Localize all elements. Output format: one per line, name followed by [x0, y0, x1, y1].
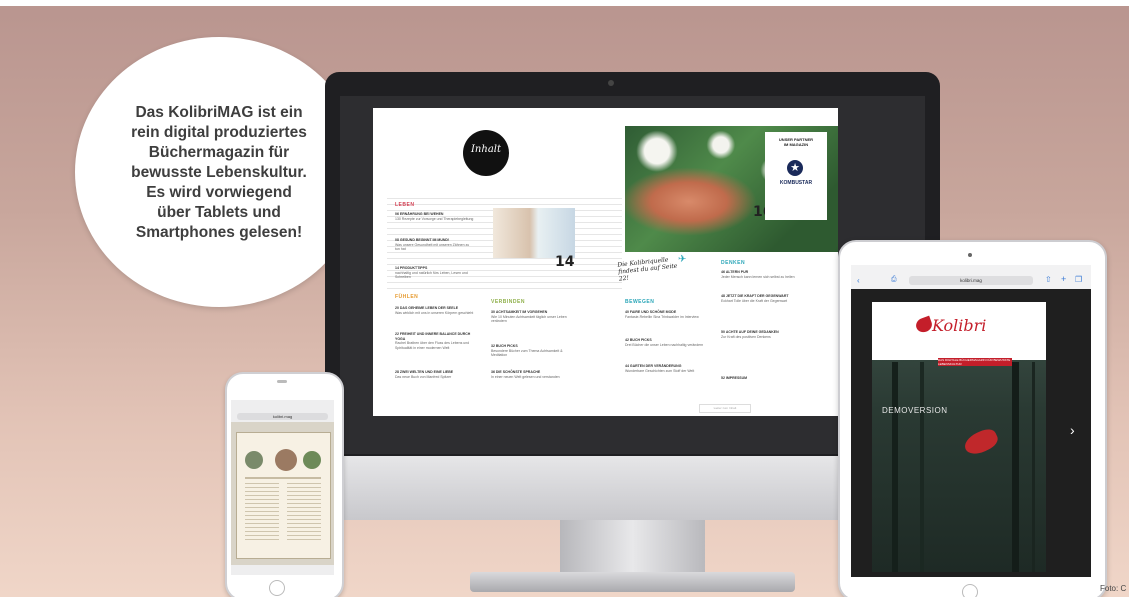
toc-item[interactable]: 36 DIE SCHÖNSTE SPRACHE In einer neuen We… — [491, 370, 571, 379]
sunglasses-photo — [493, 208, 575, 258]
section-verbinden: VERBINDEN — [491, 299, 525, 305]
info-bubble: Das KolibriMAG ist ein rein digital prod… — [75, 37, 363, 307]
top-border — [0, 0, 1129, 6]
logo-text: Inhalt — [470, 144, 501, 155]
tabs-icon[interactable]: ❐ — [1075, 275, 1082, 284]
partner-name: KOMBUSTAR — [779, 180, 813, 186]
toc-item[interactable]: 28 ZWEI WELTEN UND EINE LIEBE Das neue Bu… — [395, 370, 475, 379]
dancer-figure — [961, 425, 1001, 459]
cover-header: Kolibri DAS DIGITALE BÜCHERMAGAZIN FÜR B… — [872, 302, 1046, 366]
section-fuehlen: FÜHLEN — [395, 294, 419, 300]
hummingbird-icon: ✈ — [678, 254, 687, 265]
toc-item[interactable]: 08 GESUND BEGINNT IM MUND! Was unsere Ges… — [395, 238, 475, 252]
share-icon[interactable]: ⇧ — [1045, 275, 1052, 284]
bookmarks-icon[interactable]: ⎙ — [891, 276, 897, 284]
photo-credit: Foto: C — [1100, 584, 1127, 593]
more-button[interactable]: weiter zum Inhalt — [699, 404, 751, 413]
section-bewegen: BEWEGEN — [625, 299, 655, 305]
smartphone-toolbar — [231, 565, 334, 575]
demo-label: DEMOVERSION — [882, 406, 948, 415]
tablet-url-field[interactable]: kolibri.mag — [909, 276, 1033, 285]
smartphone-magazine-page[interactable] — [236, 432, 331, 559]
section-leben: LEBEN — [395, 202, 415, 208]
monitor-camera-icon — [608, 80, 614, 86]
hummingbird-logo-icon — [914, 315, 934, 335]
home-button[interactable] — [962, 584, 978, 597]
toc-item[interactable]: 52 IMPRESSUM — [721, 376, 801, 381]
partner-title: UNSER PARTNER IM MAGAZIN — [778, 137, 814, 147]
home-button[interactable] — [269, 580, 285, 596]
next-page-icon[interactable]: › — [1070, 422, 1075, 438]
smartphone-url-field[interactable]: kolibri.mag — [237, 413, 328, 420]
back-icon[interactable]: ‹ — [857, 276, 860, 285]
monitor-stand — [560, 520, 705, 578]
add-tab-icon[interactable]: + — [1061, 274, 1066, 284]
section-denken: DENKEN — [721, 260, 746, 266]
star-icon: ★ — [787, 160, 803, 176]
toc-item[interactable]: 14 PRODUKTTIPPS nachhaltig und natürlich … — [395, 266, 475, 280]
tablet-magazine-cover[interactable]: Kolibri DAS DIGITALE BÜCHERMAGAZIN FÜR B… — [872, 302, 1046, 572]
bubble-text: Das KolibriMAG ist ein rein digital prod… — [131, 104, 307, 241]
toc-item[interactable]: 22 FREIHEIT UND INNERE BALANCE DURCH YOG… — [395, 332, 475, 350]
promo-scene: Das KolibriMAG ist ein rein digital prod… — [0, 0, 1129, 597]
toc-item[interactable]: 42 BUCH PICKS Drei Bücher die unser Leben… — [625, 338, 705, 347]
toc-item[interactable]: 44 GARTEN DER VERÄNDERUNG Wunderbare Gesc… — [625, 364, 705, 373]
toc-item[interactable]: 50 ACHTE AUF DEINE GEDANKEN Zur Kraft des… — [721, 330, 801, 339]
page-number: 14 — [555, 254, 575, 270]
magazine-spread[interactable]: Inhalt LEBEN FÜHLEN VERBINDEN BEWEGEN DE… — [373, 108, 838, 416]
tablet-browser-bar: ‹ ⎙ kolibri.mag ⇧ + ❐ — [851, 265, 1091, 289]
smartphone-browser-bar: kolibri.mag — [231, 400, 334, 422]
toc-item[interactable]: 06 ERNÄHRUNG BEI WEHEN 130 Rezepte zur Vo… — [395, 212, 475, 221]
toc-item[interactable]: 48 JETZT DIE KRAFT DER GEGENWART Eckhart … — [721, 294, 801, 303]
cover-banner: DAS DIGITALE BÜCHERMAGAZIN FÜR BEWUSSTE … — [938, 358, 1012, 366]
toc-item[interactable]: 32 BUCH PICKS Besondere Bücher zum Thema … — [491, 344, 571, 358]
cover-brand: Kolibri — [932, 316, 987, 335]
phone-speaker — [277, 380, 287, 383]
toc-item[interactable]: 20 DAS GEHEIME LEBEN DER SEELE Was wirkli… — [395, 306, 475, 315]
magazine-inhalt-logo: Inhalt — [463, 130, 509, 176]
partner-box[interactable]: UNSER PARTNER IM MAGAZIN ★ KOMBUSTAR — [765, 132, 827, 220]
toc-item[interactable]: 46 ALTERN PUR Jeder Mensch kann lernen si… — [721, 270, 801, 279]
tablet-camera-icon — [968, 253, 972, 257]
toc-item[interactable]: 40 FAIRE UND SCHÖNE MODE Fantasie-Rebelli… — [625, 310, 705, 319]
monitor-foot — [470, 572, 795, 592]
toc-item[interactable]: 30 ACHTSAMKEIT IM VORGEHEN Wie 10 Minuten… — [491, 310, 571, 324]
